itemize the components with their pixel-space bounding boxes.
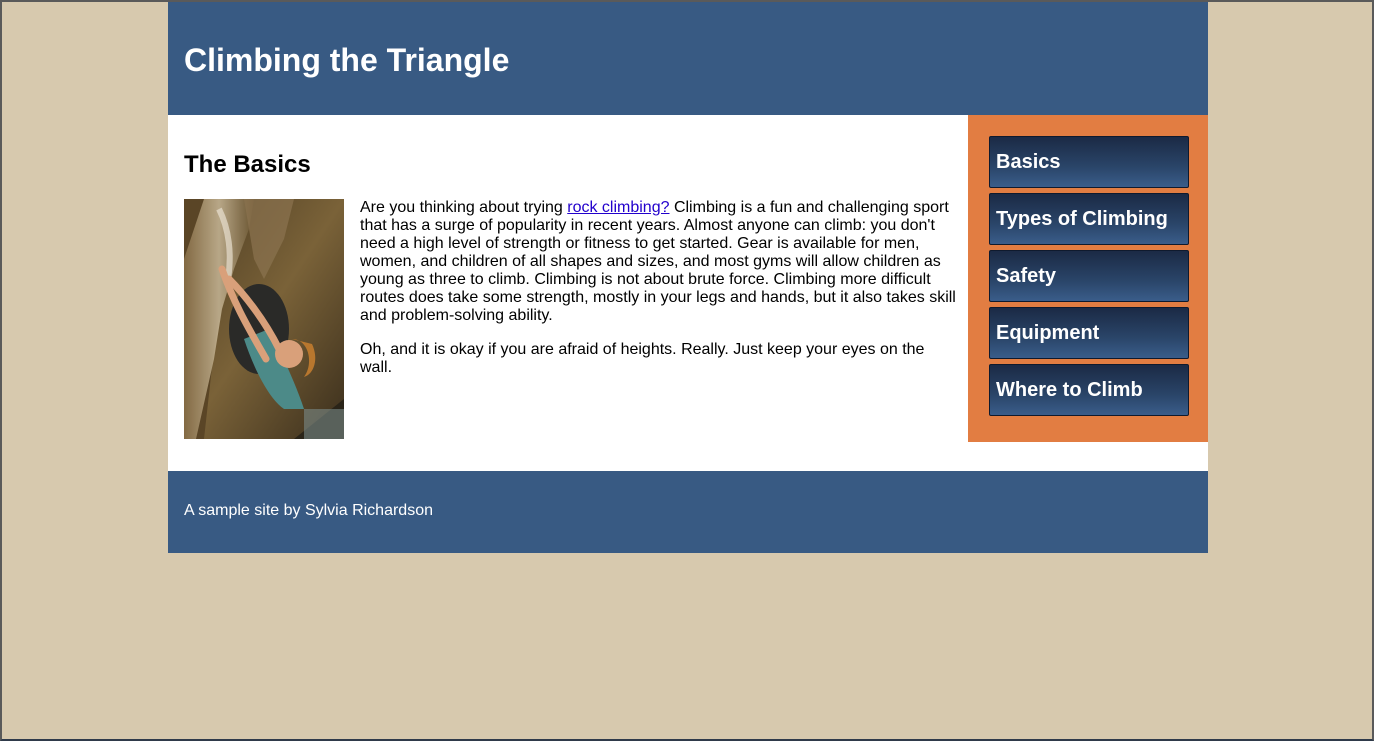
paragraph-intro: Are you thinking about trying rock climb… xyxy=(360,199,956,325)
paragraph-heights: Oh, and it is okay if you are afraid of … xyxy=(360,341,925,376)
intro-text: Are you thinking about trying rock climb… xyxy=(360,199,956,393)
sidebar-nav: Basics Types of Climbing Safety Equipmen… xyxy=(968,115,1208,442)
section-heading: The Basics xyxy=(184,151,311,178)
page-wrapper: Climbing the Triangle The Basics Are you… xyxy=(168,2,1208,553)
nav-item-equipment[interactable]: Equipment xyxy=(989,307,1189,359)
site-header: Climbing the Triangle xyxy=(168,2,1208,115)
climber-photo xyxy=(184,199,344,439)
nav-item-basics[interactable]: Basics xyxy=(989,136,1189,188)
nav-item-safety[interactable]: Safety xyxy=(989,250,1189,302)
site-title: Climbing the Triangle xyxy=(184,42,510,78)
nav-item-where-to-climb[interactable]: Where to Climb xyxy=(989,364,1189,416)
paragraph-intro-start: Are you thinking about trying xyxy=(360,199,568,216)
rock-climbing-link[interactable]: rock climbing? xyxy=(567,199,669,216)
nav-item-types-of-climbing[interactable]: Types of Climbing xyxy=(989,193,1189,245)
paragraph-intro-rest: Climbing is a fun and challenging sport … xyxy=(360,199,956,324)
site-footer: A sample site by Sylvia Richardson xyxy=(168,471,1208,553)
footer-text: A sample site by Sylvia Richardson xyxy=(184,502,433,519)
content-area: The Basics Are you thinking about trying… xyxy=(168,115,1208,471)
